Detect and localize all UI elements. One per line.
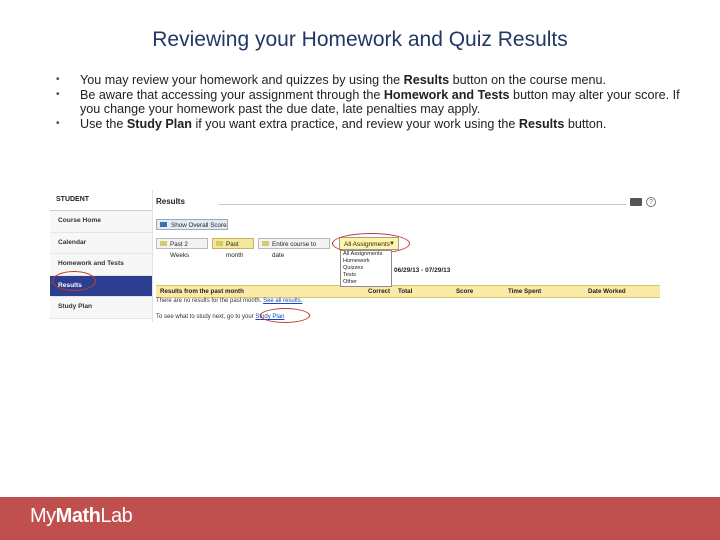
printer-icon[interactable] bbox=[630, 198, 642, 206]
assignment-dropdown: All Assignments Homework Quizzes Tests O… bbox=[340, 250, 392, 287]
bullet-item: Be aware that accessing your assignment … bbox=[56, 88, 696, 117]
title-divider bbox=[218, 204, 626, 205]
results-table-header: Results from the past month Correct Tota… bbox=[156, 285, 660, 298]
study-next-message: To see what to study next, go to your St… bbox=[156, 314, 285, 320]
col-header: Date Worked bbox=[588, 288, 626, 295]
sidebar-header: STUDENT bbox=[50, 190, 152, 211]
dropdown-option[interactable]: All Assignments bbox=[341, 251, 391, 258]
sidebar-item-course-home[interactable]: Course Home bbox=[50, 211, 152, 233]
sidebar-item-calendar[interactable]: Calendar bbox=[50, 232, 152, 254]
footer-bar: MyMathLab bbox=[0, 497, 720, 540]
assignment-select-label: All Assignments bbox=[344, 241, 390, 248]
sidebar-item-study-plan[interactable]: Study Plan bbox=[50, 297, 152, 319]
bullet-item: Use the Study Plan if you want extra pra… bbox=[56, 117, 696, 132]
col-header: Time Spent bbox=[508, 288, 542, 295]
col-header: Results from the past month bbox=[160, 288, 244, 295]
results-panel: Results ? Show Overall Score Past 2 Week… bbox=[154, 190, 662, 323]
page-title: Reviewing your Homework and Quiz Results bbox=[152, 28, 568, 51]
sidebar-item-homework-and-tests[interactable]: Homework and Tests bbox=[50, 254, 152, 276]
entire-course-button[interactable]: Entire course to date bbox=[258, 238, 330, 259]
col-header: Correct bbox=[368, 288, 391, 295]
show-overall-score-button[interactable]: Show Overall Score bbox=[156, 219, 228, 230]
past-2-weeks-button[interactable]: Past 2 Weeks bbox=[156, 238, 208, 259]
date-range: 06/29/13 - 07/29/13 bbox=[394, 267, 451, 274]
dropdown-option[interactable]: Quizzes bbox=[341, 265, 391, 272]
col-header: Score bbox=[456, 288, 474, 295]
dropdown-option[interactable]: Tests bbox=[341, 272, 391, 279]
dropdown-option[interactable]: Other bbox=[341, 279, 391, 286]
results-title: Results bbox=[156, 197, 185, 206]
study-plan-link[interactable]: Study Plan bbox=[255, 314, 284, 320]
col-header: Total bbox=[398, 288, 413, 295]
no-results-message: There are no results for the past month.… bbox=[156, 298, 303, 304]
mymathlab-logo: MyMathLab bbox=[30, 505, 133, 527]
see-all-results-link[interactable]: See all results. bbox=[263, 298, 302, 304]
bullet-item: You may review your homework and quizzes… bbox=[56, 73, 696, 88]
sidebar-item-results[interactable]: Results bbox=[50, 275, 152, 297]
dropdown-option[interactable]: Homework bbox=[341, 258, 391, 265]
past-month-button[interactable]: Past month bbox=[212, 238, 254, 259]
sidebar: STUDENT Course Home Calendar Homework an… bbox=[50, 190, 153, 322]
help-icon[interactable]: ? bbox=[646, 197, 656, 207]
bullet-list: You may review your homework and quizzes… bbox=[56, 73, 696, 131]
assignment-type-select[interactable]: All Assignments ▼ bbox=[339, 237, 399, 250]
results-screenshot: STUDENT Course Home Calendar Homework an… bbox=[50, 190, 662, 323]
